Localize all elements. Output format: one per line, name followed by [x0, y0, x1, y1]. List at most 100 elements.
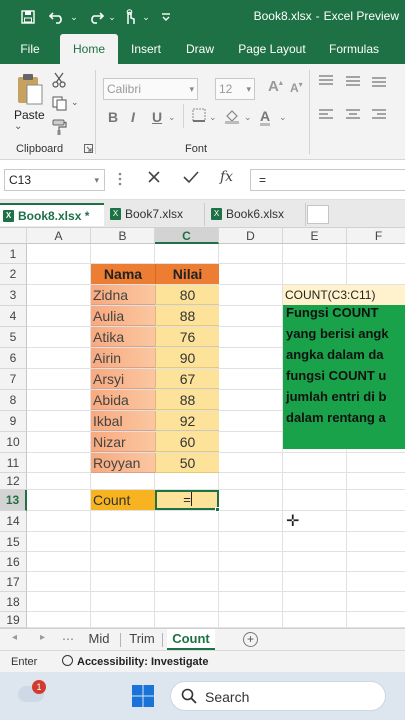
tab-insert[interactable]: Insert [124, 34, 168, 64]
row-header[interactable]: 15 [0, 532, 27, 552]
tab-draw[interactable]: Draw [180, 34, 220, 64]
sheet-tab-count[interactable]: Count [167, 629, 215, 650]
table-cell-name[interactable]: Royyan [91, 453, 155, 473]
table-header-nilai[interactable]: Nilai [155, 264, 219, 284]
insert-function-icon[interactable]: fx [220, 169, 233, 185]
add-sheet-icon[interactable]: + [243, 632, 258, 647]
tab-page-layout[interactable]: Page Layout [234, 34, 310, 64]
table-cell-name[interactable]: Zidna [91, 285, 155, 305]
align-left-icon[interactable] [318, 108, 334, 125]
font-size-box[interactable]: 12 ▾ [215, 78, 255, 100]
fill-color-icon[interactable] [224, 108, 240, 127]
row-header[interactable]: 18 [0, 592, 27, 612]
table-cell-name[interactable]: Nizar [91, 432, 155, 452]
next-sheet-icon[interactable]: ▸ [40, 632, 45, 643]
table-cell-value[interactable]: 80 [155, 285, 219, 305]
row-header[interactable]: 7 [0, 369, 27, 390]
font-color-dropdown-icon[interactable]: ⌄ [279, 112, 287, 123]
windows-start-icon[interactable] [131, 684, 155, 708]
name-box-dropdown-icon[interactable]: ▾ [94, 170, 99, 190]
cut-icon[interactable] [52, 72, 66, 91]
align-center-icon[interactable] [345, 108, 361, 125]
underline-button[interactable]: U [152, 109, 162, 125]
touch-mode-icon[interactable] [121, 0, 139, 34]
touch-dropdown-icon[interactable]: ⌄ [141, 0, 151, 34]
confirm-entry-icon[interactable] [183, 170, 199, 188]
font-color-button[interactable]: A [260, 109, 271, 126]
row-header[interactable]: 14 [0, 511, 27, 532]
table-cell-value[interactable]: 88 [155, 390, 219, 410]
paste-icon[interactable] [16, 72, 44, 106]
row-header[interactable]: 6 [0, 348, 27, 369]
sheet-tab-trim[interactable]: Trim [126, 629, 158, 650]
row-header[interactable]: 9 [0, 411, 27, 432]
select-all-corner[interactable] [0, 228, 27, 244]
row-header[interactable]: 11 [0, 453, 27, 473]
borders-dropdown-icon[interactable]: ⌄ [209, 112, 217, 123]
row-header[interactable]: 5 [0, 327, 27, 348]
underline-dropdown-icon[interactable]: ⌄ [168, 112, 176, 123]
spreadsheet-grid[interactable]: A B C D E F 1 2 3 4 5 6 7 8 9 10 11 12 13 14 15 16 17 18 1… [0, 228, 405, 628]
table-cell-name[interactable]: Airin [91, 348, 155, 368]
formula-reference-cell[interactable]: COUNT(C3:C11) [283, 285, 405, 305]
table-cell-name[interactable]: Atika [91, 327, 155, 347]
more-sheets-icon[interactable]: ⋯ [62, 632, 74, 646]
row-header[interactable]: 17 [0, 572, 27, 592]
table-cell-value[interactable]: 92 [155, 411, 219, 431]
bold-button[interactable]: B [108, 109, 118, 125]
italic-button[interactable]: I [131, 109, 135, 125]
align-bottom-icon[interactable] [371, 74, 387, 91]
paste-dropdown-icon[interactable]: ⌄ [14, 121, 22, 132]
column-header-f[interactable]: F [347, 228, 405, 244]
cancel-entry-icon[interactable] [147, 170, 161, 188]
column-header-b[interactable]: B [91, 228, 155, 244]
fill-color-dropdown-icon[interactable]: ⌄ [244, 112, 252, 123]
table-cell-name[interactable]: Abida [91, 390, 155, 410]
fill-handle[interactable] [215, 507, 220, 512]
row-header[interactable]: 1 [0, 244, 27, 264]
row-header[interactable]: 4 [0, 306, 27, 327]
explanation-box[interactable]: Fungsi COUNT yang berisi angk angka dala… [283, 305, 405, 449]
tab-home[interactable]: Home [60, 34, 118, 64]
undo-icon[interactable] [46, 0, 68, 34]
redo-dropdown-icon[interactable]: ⌄ [107, 0, 117, 34]
table-cell-value[interactable]: 67 [155, 369, 219, 389]
align-top-icon[interactable] [318, 74, 334, 91]
font-size-dropdown-icon[interactable]: ▾ [246, 79, 251, 99]
taskbar-search[interactable]: Search [170, 681, 386, 711]
column-header-e[interactable]: E [283, 228, 347, 244]
clipboard-launcher-icon[interactable] [84, 144, 93, 156]
tab-file[interactable]: File [8, 34, 52, 64]
column-header-c[interactable]: C [155, 228, 219, 244]
customize-qat-icon[interactable] [159, 0, 173, 34]
new-workbook-tab-button[interactable] [307, 205, 329, 224]
row-header[interactable]: 12 [0, 473, 27, 490]
grow-font-icon[interactable]: A▴ [268, 78, 283, 95]
font-name-dropdown-icon[interactable]: ▾ [189, 79, 194, 99]
workbook-tab-book7[interactable]: X Book7.xlsx [107, 203, 205, 226]
name-box[interactable]: C13 ▾ [4, 169, 105, 191]
copy-icon[interactable] [52, 96, 67, 114]
row-header[interactable]: 2 [0, 264, 27, 285]
table-cell-name[interactable]: Arsyi [91, 369, 155, 389]
table-cell-name[interactable]: Aulia [91, 306, 155, 326]
align-middle-icon[interactable] [345, 74, 361, 91]
column-header-d[interactable]: D [219, 228, 283, 244]
row-header[interactable]: 13 [0, 490, 27, 511]
format-painter-icon[interactable] [52, 119, 68, 138]
row-header[interactable]: 3 [0, 285, 27, 306]
font-name-box[interactable]: Calibri ▾ [103, 78, 198, 100]
undo-dropdown-icon[interactable]: ⌄ [69, 0, 79, 34]
workbook-tab-book6[interactable]: X Book6.xlsx [208, 203, 306, 226]
table-cell-value[interactable]: 88 [155, 306, 219, 326]
row-header[interactable]: 8 [0, 390, 27, 411]
tab-formulas[interactable]: Formulas [322, 34, 386, 64]
align-right-icon[interactable] [371, 108, 387, 125]
table-cell-name[interactable]: Ikbal [91, 411, 155, 431]
shrink-font-icon[interactable]: A▾ [290, 80, 303, 95]
redo-icon[interactable] [85, 0, 107, 34]
row-header[interactable]: 19 [0, 612, 27, 628]
table-cell-value[interactable]: 76 [155, 327, 219, 347]
accessibility-status[interactable]: Accessibility: Investigate [62, 655, 208, 668]
prev-sheet-icon[interactable]: ◂ [12, 632, 17, 643]
